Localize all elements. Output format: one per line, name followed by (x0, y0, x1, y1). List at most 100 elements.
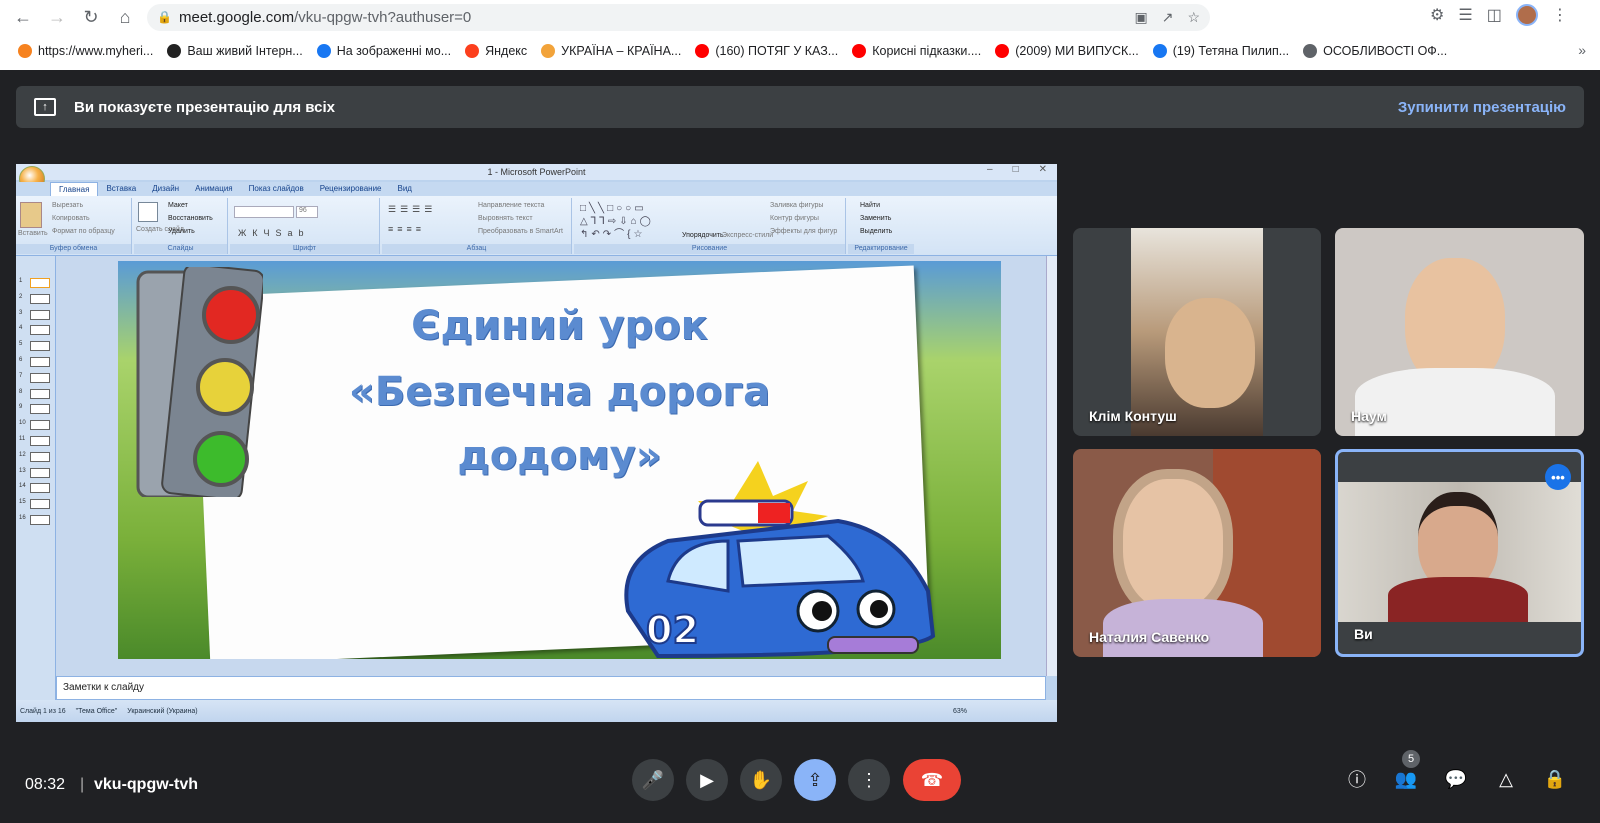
slide-thumbnail[interactable] (30, 341, 50, 352)
more-options-icon[interactable]: ••• (1545, 464, 1571, 490)
maximize-icon[interactable]: □ (1013, 164, 1019, 175)
smartart-button[interactable]: Преобразовать в SmartArt (478, 228, 563, 235)
host-controls-icon[interactable]: 🔒 (1540, 764, 1570, 794)
slide-thumbnail[interactable] (30, 451, 50, 462)
slide-thumbnail[interactable] (30, 293, 50, 304)
reset-button[interactable]: Восстановить (168, 215, 213, 222)
pp-tab[interactable]: Главная (50, 182, 99, 196)
copy-button[interactable]: Копировать (52, 215, 90, 222)
leave-call-button[interactable]: ☎ (903, 759, 961, 801)
pp-tab[interactable]: Показ слайдов (241, 182, 312, 196)
microphone-button[interactable]: 🎤 (632, 759, 674, 801)
slide-thumbnail[interactable] (30, 278, 50, 288)
side-panel-icon[interactable]: ◫ (1487, 5, 1502, 25)
bookmark-item[interactable]: Корисні підказки.... (852, 44, 981, 58)
pp-tab[interactable]: Дизайн (144, 182, 187, 196)
more-options-button[interactable]: ⋮ (848, 759, 890, 801)
camera-button[interactable]: ▶ (686, 759, 728, 801)
align-text-button[interactable]: Выровнять текст (478, 215, 533, 222)
home-icon[interactable]: ⌂ (108, 1, 142, 35)
find-button[interactable]: Найти (860, 202, 880, 209)
star-icon[interactable]: ☆ (1187, 9, 1200, 26)
camera-blocked-icon[interactable]: ▣ (1134, 9, 1147, 26)
participant-tile[interactable]: Клім Контуш (1073, 228, 1321, 436)
font-size-field[interactable]: 96 (296, 206, 318, 218)
slide-thumbnail[interactable] (30, 420, 50, 431)
bookmark-item[interactable]: На зображенні мо... (316, 44, 451, 58)
bookmark-item[interactable]: УКРАЇНА – КРАЇНА... (541, 44, 681, 58)
shapes-gallery[interactable]: □╲╲□○○▭ △⅂⅂⇨⇩⌂◯ ↰↶↷⌒{☆ (580, 202, 654, 241)
share-icon[interactable]: ↗ (1162, 9, 1174, 26)
pp-tab[interactable]: Вставка (98, 182, 144, 196)
shape-fill-button[interactable]: Заливка фигуры (770, 202, 823, 209)
extensions-icon[interactable]: ⚙ (1430, 5, 1444, 25)
replace-button[interactable]: Заменить (860, 215, 891, 222)
control-bar: 08:32 | vku-qpgw-tvh 🎤 ▶ ✋ ⇪ ⋮ ☎ ⓘ 👥 5 💬… (0, 740, 1600, 823)
bookmark-item[interactable]: (160) ПОТЯГ У КАЗ... (695, 44, 838, 58)
bookmark-item[interactable]: https://www.myheri... (18, 44, 153, 58)
delete-slide-button[interactable]: Удалить (168, 228, 195, 235)
forward-icon[interactable]: → (40, 1, 74, 35)
status-lang[interactable]: Украинский (Украина) (127, 708, 197, 715)
new-slide-icon[interactable] (138, 202, 158, 222)
select-button[interactable]: Выделить (860, 228, 892, 235)
slide-thumbnail[interactable] (30, 404, 50, 415)
list-buttons[interactable]: ☰☰☰☰ (388, 204, 436, 215)
present-button[interactable]: ⇪ (794, 759, 836, 801)
minimize-icon[interactable]: – (987, 164, 993, 175)
participant-tile[interactable]: Наум (1335, 228, 1584, 436)
bookmark-item[interactable]: Яндекс (465, 44, 527, 58)
layout-button[interactable]: Макет (168, 202, 188, 209)
paste-icon[interactable] (20, 202, 42, 228)
media-control-icon[interactable]: ☰ (1458, 5, 1472, 25)
slide-thumbnail[interactable] (30, 499, 50, 510)
shape-effects-button[interactable]: Эффекты для фигур (770, 228, 837, 235)
shape-outline-button[interactable]: Контур фигуры (770, 215, 819, 222)
status-zoom[interactable]: 63% (953, 708, 967, 715)
reload-icon[interactable]: ↻ (74, 1, 108, 35)
raise-hand-button[interactable]: ✋ (740, 759, 782, 801)
pp-tab[interactable]: Рецензирование (312, 182, 390, 196)
slide-thumbnail[interactable] (30, 436, 50, 446)
font-format-buttons[interactable]: ЖКЧSab (238, 228, 310, 238)
quick-styles-button[interactable]: Экспресс-стили (722, 232, 773, 239)
participant-tile-self[interactable]: ••• Ви (1335, 449, 1584, 657)
meeting-time: 08:32 (25, 776, 66, 793)
profile-avatar[interactable] (1515, 4, 1538, 26)
people-icon[interactable]: 👥 (1391, 764, 1421, 794)
chrome-menu-icon[interactable]: ⋮ (1552, 5, 1568, 25)
address-bar[interactable]: 🔒 meet.google.com/vku-qpgw-tvh?authuser=… (147, 4, 1210, 31)
bookmark-item[interactable]: (19) Тетяна Пилип... (1152, 44, 1289, 58)
bookmark-item[interactable]: (2009) МИ ВИПУСК... (995, 44, 1139, 58)
pp-tab[interactable]: Анимация (187, 182, 241, 196)
bookmark-item[interactable]: Ваш живий Інтерн... (167, 44, 303, 58)
slide-thumbnail[interactable] (30, 357, 50, 367)
activities-icon[interactable]: △ (1491, 764, 1521, 794)
slide-thumbnail[interactable] (30, 515, 50, 525)
slide-thumbnail[interactable] (30, 325, 50, 336)
slide-thumbnail[interactable] (30, 372, 50, 383)
cut-button[interactable]: Вырезать (52, 202, 83, 209)
bookmark-item[interactable]: ОСОБЛИВОСТІ ОФ... (1303, 44, 1447, 58)
slide-thumbnail[interactable] (30, 467, 50, 478)
back-icon[interactable]: ← (6, 1, 40, 35)
stop-presenting-button[interactable]: Зупинити презентацію (1398, 99, 1566, 116)
slide-thumbnail[interactable] (30, 388, 50, 399)
chat-icon[interactable]: 💬 (1441, 764, 1471, 794)
bookmarks-more-icon[interactable]: » (1578, 42, 1586, 58)
slide-thumbnail[interactable] (30, 483, 50, 494)
slide-notes[interactable]: Заметки к слайду (56, 676, 1046, 700)
text-direction-button[interactable]: Направление текста (478, 202, 544, 209)
format-painter-button[interactable]: Формат по образцу (52, 228, 115, 235)
font-name-field[interactable] (234, 206, 294, 218)
pp-tab[interactable]: Вид (390, 182, 420, 196)
meeting-details-icon[interactable]: ⓘ (1342, 764, 1372, 794)
pp-vertical-scrollbar[interactable] (1046, 256, 1057, 676)
slide-thumbnail[interactable] (30, 309, 50, 320)
participant-tile[interactable]: Наталия Савенко (1073, 449, 1321, 657)
paste-button[interactable]: Вставить (18, 230, 48, 237)
close-icon[interactable]: ✕ (1039, 164, 1047, 175)
arrange-button[interactable]: Упорядочить (682, 232, 724, 239)
align-buttons[interactable]: ≡≡≡≡ (388, 224, 425, 234)
slide-thumbnails-panel: 1 2 3 4 5 6 7 8 9 10 11 12 13 14 15 16 (16, 256, 56, 700)
